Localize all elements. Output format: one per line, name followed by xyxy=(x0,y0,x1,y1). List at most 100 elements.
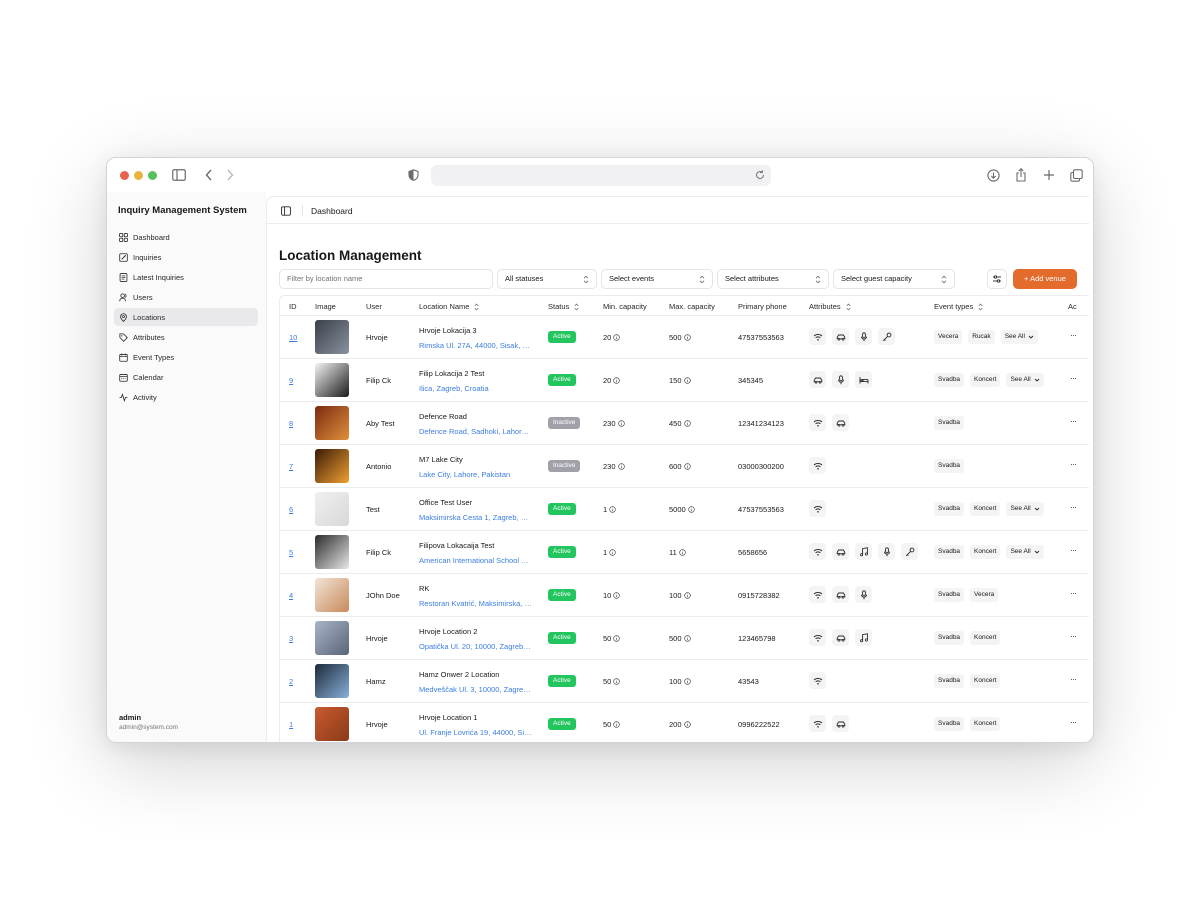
address-bar[interactable] xyxy=(431,165,771,186)
info-icon[interactable] xyxy=(683,635,691,642)
column-header-max-capacity[interactable]: Max. capacity xyxy=(669,302,715,311)
sort-icon[interactable] xyxy=(977,303,984,311)
share-icon[interactable] xyxy=(1013,167,1029,183)
events-select[interactable]: Select events xyxy=(601,269,713,289)
sidebar-toggle-icon[interactable] xyxy=(171,167,187,183)
breadcrumb[interactable]: Dashboard xyxy=(311,206,353,216)
sidebar-item-dashboard[interactable]: Dashboard xyxy=(114,228,258,246)
attribute-chip[interactable] xyxy=(809,457,826,474)
location-image[interactable] xyxy=(315,621,349,655)
status-select[interactable]: All statuses xyxy=(497,269,597,289)
row-actions-button[interactable]: ··· xyxy=(1070,631,1077,641)
table-row[interactable]: 6 Test Office Test User Maksimirska Cest… xyxy=(280,488,1089,531)
attribute-chip[interactable] xyxy=(809,629,826,646)
panel-toggle-icon[interactable] xyxy=(281,206,291,216)
row-actions-button[interactable]: ··· xyxy=(1070,545,1077,555)
info-icon[interactable] xyxy=(613,635,621,642)
location-image[interactable] xyxy=(315,578,349,612)
table-row[interactable]: 5 Filip Ck Filipova Lokacaija Test Ameri… xyxy=(280,531,1089,574)
table-row[interactable]: 7 Antonio M7 Lake City Lake City, Lahore… xyxy=(280,445,1089,488)
zoom-window-button[interactable] xyxy=(148,171,157,180)
sort-icon[interactable] xyxy=(473,303,480,311)
info-icon[interactable] xyxy=(613,678,621,685)
attribute-chip[interactable] xyxy=(832,328,849,345)
user-profile[interactable]: admin admin@system.com xyxy=(119,713,178,731)
attribute-chip[interactable] xyxy=(809,715,826,732)
location-id-link[interactable]: 1 xyxy=(289,720,293,729)
sort-icon[interactable] xyxy=(845,303,852,311)
location-image[interactable] xyxy=(315,664,349,698)
info-icon[interactable] xyxy=(609,506,616,513)
column-header-attributes[interactable]: Attributes xyxy=(809,302,852,311)
minimize-window-button[interactable] xyxy=(134,171,143,180)
attribute-chip[interactable] xyxy=(832,543,849,560)
location-id-link[interactable]: 10 xyxy=(289,333,297,342)
sidebar-item-event-types[interactable]: Event Types xyxy=(114,348,258,366)
column-header-id[interactable]: ID xyxy=(289,302,297,311)
table-row[interactable]: 3 Hrvoje Hrvoje Location 2 Opatička Ul. … xyxy=(280,617,1089,660)
info-icon[interactable] xyxy=(617,463,625,470)
location-image[interactable] xyxy=(315,707,349,741)
sidebar-item-latest-inquiries[interactable]: Latest Inquiries xyxy=(114,268,258,286)
column-header-primary-phone[interactable]: Primary phone xyxy=(738,302,787,311)
attributes-select[interactable]: Select attributes xyxy=(717,269,829,289)
info-icon[interactable] xyxy=(683,678,691,685)
column-header-min-capacity[interactable]: Min. capacity xyxy=(603,302,647,311)
location-address-link[interactable]: Maksimirska Cesta 1, Zagreb, Croatia xyxy=(419,513,532,522)
attribute-chip[interactable] xyxy=(855,543,872,560)
reload-icon[interactable] xyxy=(753,168,767,182)
table-row[interactable]: 9 Filip Ck Filip Lokacija 2 Test Ilica, … xyxy=(280,359,1089,402)
attribute-chip[interactable] xyxy=(809,328,826,345)
attribute-chip[interactable] xyxy=(855,371,872,388)
see-all-events-button[interactable]: See All xyxy=(1006,545,1044,559)
attribute-chip[interactable] xyxy=(809,543,826,560)
row-actions-button[interactable]: ··· xyxy=(1070,330,1077,340)
sidebar-item-activity[interactable]: Activity xyxy=(114,388,258,406)
row-actions-button[interactable]: ··· xyxy=(1070,588,1077,598)
sidebar-item-inquiries[interactable]: Inquiries xyxy=(114,248,258,266)
table-row[interactable]: 4 JOhn Doe RK Restoran Kvatrić, Maksimir… xyxy=(280,574,1089,617)
download-icon[interactable] xyxy=(985,167,1001,183)
guest-capacity-select[interactable]: Select guest capacity xyxy=(833,269,955,289)
row-actions-button[interactable]: ··· xyxy=(1070,674,1077,684)
location-id-link[interactable]: 8 xyxy=(289,419,293,428)
table-row[interactable]: 2 Hamz Hamz Onwer 2 Location Medveščak U… xyxy=(280,660,1089,703)
close-window-button[interactable] xyxy=(120,171,129,180)
column-header-event-types[interactable]: Event types xyxy=(934,302,984,311)
location-image[interactable] xyxy=(315,449,349,483)
location-address-link[interactable]: Defence Road, Sadhoki, Lahore, Pakistan xyxy=(419,427,532,436)
location-id-link[interactable]: 4 xyxy=(289,591,293,600)
info-icon[interactable] xyxy=(613,334,621,341)
attribute-chip[interactable] xyxy=(855,328,872,345)
location-image[interactable] xyxy=(315,363,349,397)
location-address-link[interactable]: Restoran Kvatrić, Maksimirska, Zagreb xyxy=(419,599,532,608)
tabs-overview-icon[interactable] xyxy=(1068,167,1084,183)
location-id-link[interactable]: 6 xyxy=(289,505,293,514)
attribute-chip[interactable] xyxy=(832,371,849,388)
attribute-chip[interactable] xyxy=(832,629,849,646)
location-filter-input[interactable]: Filter by location name xyxy=(279,269,493,289)
row-actions-button[interactable]: ··· xyxy=(1070,717,1077,727)
attribute-chip[interactable] xyxy=(809,371,826,388)
attribute-chip[interactable] xyxy=(901,543,918,560)
location-address-link[interactable]: Lake City, Lahore, Pakistan xyxy=(419,470,510,479)
attribute-chip[interactable] xyxy=(809,672,826,689)
location-address-link[interactable]: Ul. Franje Lovrića 19, 44000, Sisak, Cro… xyxy=(419,728,532,737)
info-icon[interactable] xyxy=(613,592,621,599)
back-icon[interactable] xyxy=(201,167,217,183)
add-venue-button[interactable]: + Add venue xyxy=(1013,269,1077,289)
see-all-events-button[interactable]: See All xyxy=(1000,330,1038,344)
location-address-link[interactable]: Rimska Ul. 27A, 44000, Sisak, Croatia xyxy=(419,341,532,350)
attribute-chip[interactable] xyxy=(809,586,826,603)
attribute-chip[interactable] xyxy=(878,543,895,560)
location-address-link[interactable]: Opatička Ul. 20, 10000, Zagreb, Croatia xyxy=(419,642,532,651)
location-address-link[interactable]: Ilica, Zagreb, Croatia xyxy=(419,384,489,393)
sidebar-item-users[interactable]: Users xyxy=(114,288,258,306)
info-icon[interactable] xyxy=(613,721,621,728)
attribute-chip[interactable] xyxy=(809,414,826,431)
sidebar-item-calendar[interactable]: Calendar xyxy=(114,368,258,386)
sidebar-item-locations[interactable]: Locations xyxy=(114,308,258,326)
attribute-chip[interactable] xyxy=(809,500,826,517)
table-row[interactable]: 1 Hrvoje Hrvoje Location 1 Ul. Franje Lo… xyxy=(280,703,1089,742)
attribute-chip[interactable] xyxy=(855,629,872,646)
